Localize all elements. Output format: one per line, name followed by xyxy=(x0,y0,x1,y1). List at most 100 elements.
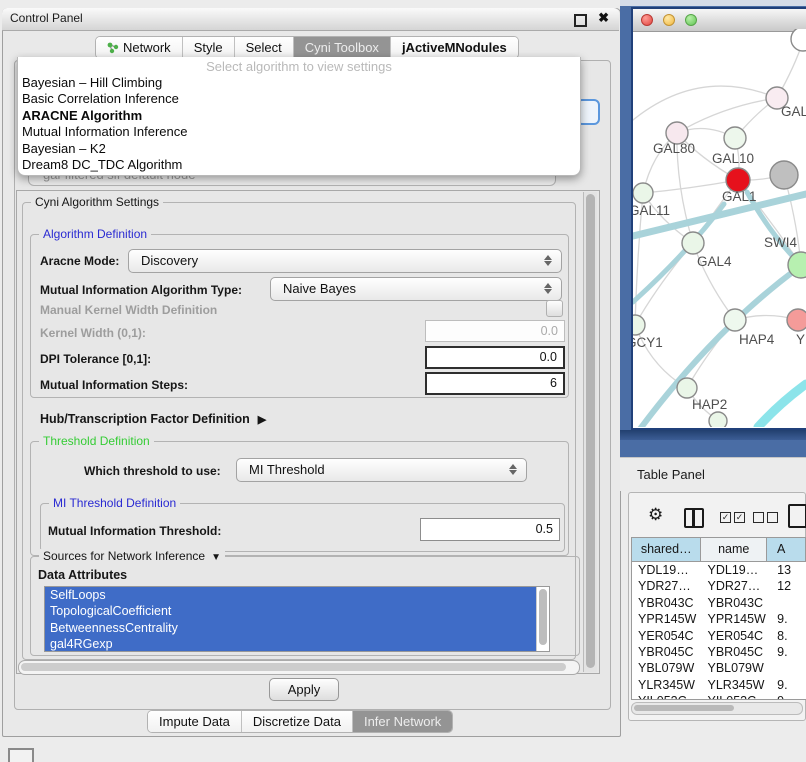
table-row[interactable]: YLR345WYLR345W9. xyxy=(632,677,806,693)
tab-style[interactable]: Style xyxy=(183,37,235,58)
chevron-down-icon: ▼ xyxy=(211,552,221,563)
table-cell: 8. xyxy=(767,628,806,644)
table-cell: 9. xyxy=(767,677,806,693)
algorithm-menu-item[interactable]: ARACNE Algorithm xyxy=(18,108,580,124)
algorithm-menu-item[interactable]: Mutual Information Inference xyxy=(18,124,580,140)
checked-checkbox-icon[interactable]: ✓ xyxy=(734,512,745,523)
mi-threshold-field[interactable]: 0.5 xyxy=(420,518,560,541)
settings-horizontal-scrollbar[interactable] xyxy=(18,660,580,675)
mi-algorithm-type-combobox[interactable]: Naive Bayes xyxy=(270,277,562,301)
tab-select[interactable]: Select xyxy=(235,37,294,58)
tab-discretize-data[interactable]: Discretize Data xyxy=(242,711,353,732)
mi-algorithm-type-value: Naive Bayes xyxy=(283,281,356,296)
tab-network[interactable]: Network xyxy=(96,37,183,58)
unchecked-checkbox-icon[interactable] xyxy=(767,512,778,523)
table-cell: YBL079W xyxy=(702,660,768,676)
checked-checkbox-icon[interactable]: ✓ xyxy=(720,512,731,523)
table-row[interactable]: YBR043CYBR043C xyxy=(632,595,806,611)
network-edge[interactable] xyxy=(633,86,777,120)
algorithm-menu-item[interactable]: Bayesian – Hill Climbing xyxy=(18,75,580,91)
data-attributes-list[interactable]: SelfLoopsTopologicalCoefficientBetweenne… xyxy=(44,586,550,652)
tab-label: Infer Network xyxy=(364,714,441,729)
spinner-arrows-icon xyxy=(544,254,553,267)
algorithm-menu-item[interactable]: Basic Correlation Inference xyxy=(18,91,580,107)
network-node[interactable] xyxy=(791,29,806,51)
network-node-y[interactable] xyxy=(787,309,806,331)
threshold-definition-title: Threshold Definition xyxy=(39,434,154,448)
attribute-list-item[interactable]: TopologicalCoefficient xyxy=(45,603,542,619)
network-node[interactable] xyxy=(709,412,727,427)
manual-kernel-width-label: Manual Kernel Width Definition xyxy=(40,303,217,317)
attribute-list-item[interactable]: BetweennessCentrality xyxy=(45,620,542,636)
network-edge[interactable] xyxy=(758,384,806,427)
column-header[interactable]: A xyxy=(767,538,806,561)
close-traffic-light[interactable] xyxy=(641,14,653,26)
table-cell: YBR043C xyxy=(632,595,702,611)
table-cell: YBL079W xyxy=(632,660,702,676)
settings-vertical-scrollbar[interactable] xyxy=(583,192,597,672)
table-toolbar: ⚙ ✓ ✓ xyxy=(628,498,806,536)
scrollbar-thumb[interactable] xyxy=(634,705,734,711)
hub-definition-expander[interactable]: Hub/Transcription Factor Definition▶ xyxy=(40,412,266,426)
network-edge[interactable] xyxy=(633,204,724,302)
algorithm-menu-item[interactable]: Dream8 DC_TDC Algorithm xyxy=(18,157,580,173)
attribute-list-item[interactable]: SelfLoops xyxy=(45,587,542,603)
table-cell: YER054C xyxy=(632,628,702,644)
table-row[interactable]: YDL19…YDL19…13 xyxy=(632,562,806,578)
manual-kernel-width-checkbox[interactable] xyxy=(546,300,563,317)
network-node-hap4[interactable] xyxy=(724,309,746,331)
tab-cyni-toolbox[interactable]: Cyni Toolbox xyxy=(294,37,391,58)
scrollbar-thumb[interactable] xyxy=(586,194,595,668)
tab-jactivemnodules[interactable]: jActiveMNodules xyxy=(391,37,518,58)
zoom-traffic-light[interactable] xyxy=(685,14,697,26)
network-node-gal11[interactable] xyxy=(633,183,653,203)
kernel-width-field[interactable]: 0.0 xyxy=(425,320,565,342)
table-row[interactable]: YER054CYER054C8. xyxy=(632,628,806,644)
dpi-tolerance-field[interactable]: 0.0 xyxy=(425,346,565,369)
table-row[interactable]: YPR145WYPR145W9. xyxy=(632,611,806,627)
table-row[interactable]: YIL052CYIL052C9 xyxy=(632,693,806,700)
dock-panel-icon[interactable] xyxy=(8,748,34,762)
table-cell: YBR043C xyxy=(702,595,768,611)
minimize-traffic-light[interactable] xyxy=(663,14,675,26)
table-cell: YLR345W xyxy=(632,677,702,693)
restore-icon[interactable] xyxy=(574,14,587,27)
apply-button[interactable]: Apply xyxy=(269,678,339,701)
document-icon[interactable] xyxy=(788,504,806,528)
mi-steps-field[interactable]: 6 xyxy=(425,372,565,395)
scrollbar-thumb[interactable] xyxy=(539,589,547,645)
network-node-gcy1[interactable] xyxy=(633,315,645,335)
which-threshold-combobox[interactable]: MI Threshold xyxy=(236,458,527,482)
tab-infer-network[interactable]: Infer Network xyxy=(353,711,452,732)
network-node-hap2[interactable] xyxy=(677,378,697,398)
column-header[interactable]: name xyxy=(701,538,767,561)
network-node-gal10[interactable] xyxy=(724,127,746,149)
attribute-list-item[interactable]: gal4RGexp xyxy=(45,636,542,652)
table-horizontal-scrollbar[interactable] xyxy=(631,702,803,715)
column-header[interactable]: shared… xyxy=(632,538,701,561)
unchecked-checkbox-icon[interactable] xyxy=(753,512,764,523)
network-node-gal4[interactable] xyxy=(682,232,704,254)
node-label: SWI4 xyxy=(764,235,797,250)
network-edge[interactable] xyxy=(677,98,777,133)
aracne-mode-combobox[interactable]: Discovery xyxy=(128,249,562,273)
table-cell: YIL052C xyxy=(702,693,768,700)
table-cell: YDL19… xyxy=(702,562,768,578)
algorithm-menu-item[interactable]: Bayesian – K2 xyxy=(18,141,580,157)
scrollbar-thumb[interactable] xyxy=(21,663,566,671)
network-canvas[interactable]: GALGAL80GAL10GAL1GAL11GAL4SWI4GCY1HAP4YH… xyxy=(633,29,806,427)
table-cell: YIL052C xyxy=(632,693,702,700)
table-row[interactable]: YBL079WYBL079W xyxy=(632,660,806,676)
table-row[interactable]: YBR045CYBR045C9. xyxy=(632,644,806,660)
tab-label: Network xyxy=(123,40,171,55)
close-icon[interactable]: ✖ xyxy=(598,10,609,26)
network-edge[interactable] xyxy=(635,243,693,325)
mi-algorithm-type-label: Mutual Information Algorithm Type: xyxy=(40,283,242,297)
gear-icon[interactable]: ⚙ xyxy=(648,505,663,525)
table-row[interactable]: YDR27…YDR27…12 xyxy=(632,578,806,594)
tab-impute-data[interactable]: Impute Data xyxy=(148,711,242,732)
columns-icon[interactable] xyxy=(684,508,704,528)
network-node[interactable] xyxy=(770,161,798,189)
kernel-width-label: Kernel Width (0,1): xyxy=(40,326,146,340)
list-vertical-scrollbar[interactable] xyxy=(536,587,549,651)
